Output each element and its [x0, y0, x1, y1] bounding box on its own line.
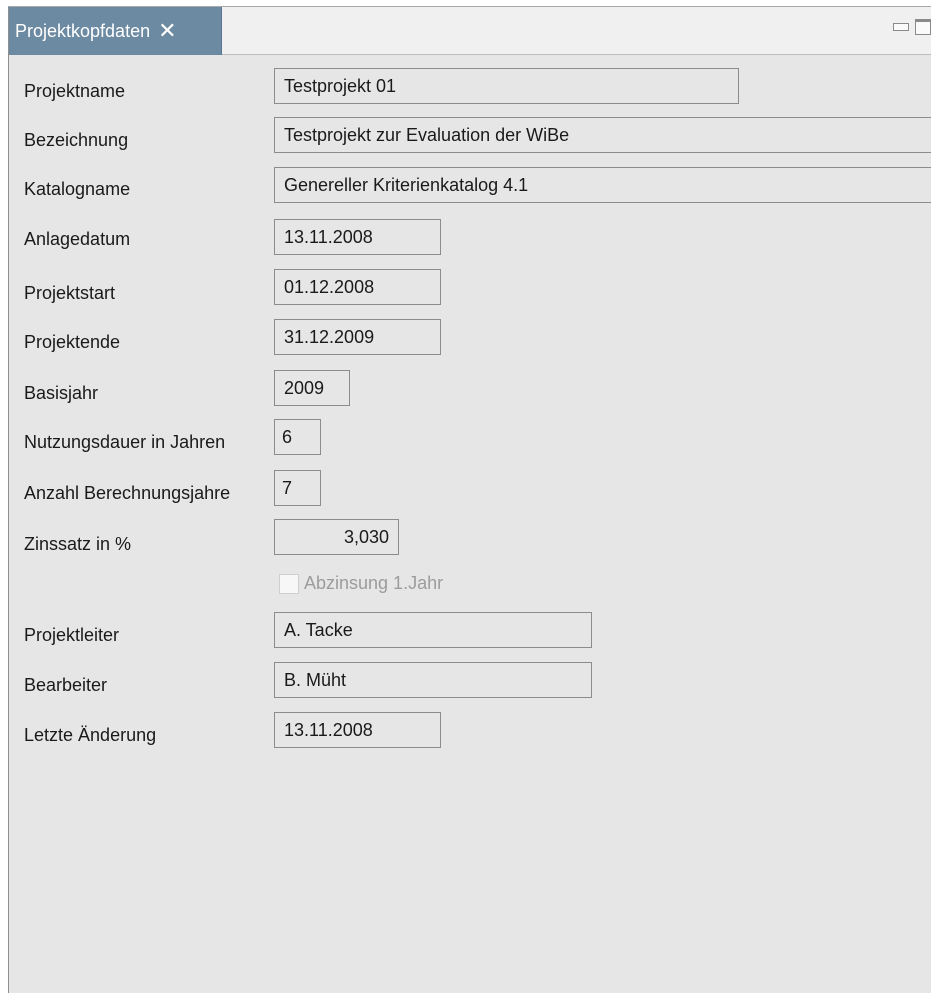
projektname-field[interactable]: Testprojekt 01 [274, 68, 739, 104]
anlagedatum-field[interactable]: 13.11.2008 [274, 219, 441, 255]
projektstart-field[interactable]: 01.12.2008 [274, 269, 441, 305]
nutzungsdauer-label: Nutzungsdauer in Jahren [24, 432, 226, 452]
bezeichnung-label: Bezeichnung [24, 130, 129, 150]
project-header-view: Projektkopfdaten ✕ Projektname Testproje… [8, 6, 931, 993]
berechnungsjahre-label: Anzahl Berechnungsjahre [24, 483, 231, 503]
projektende-field[interactable]: 31.12.2009 [274, 319, 441, 355]
katalogname-field[interactable]: Genereller Kriterienkatalog 4.1 [274, 167, 931, 203]
abzinsung-checkbox[interactable] [279, 573, 299, 594]
close-icon[interactable]: ✕ [158, 20, 176, 42]
berechnungsjahre-field[interactable]: 7 [274, 470, 321, 506]
bezeichnung-field[interactable]: Testprojekt zur Evaluation der WiBe [274, 117, 931, 153]
abzinsung-label: Abzinsung 1.Jahr [304, 573, 444, 593]
projektstart-label: Projektstart [24, 283, 116, 303]
view-controls [893, 19, 931, 35]
anlagedatum-label: Anlagedatum [24, 229, 131, 249]
basisjahr-field[interactable]: 2009 [274, 370, 350, 406]
projektende-label: Projektende [24, 332, 121, 352]
letzte-aenderung-label: Letzte Änderung [24, 725, 157, 745]
tab-projektkopfdaten[interactable]: Projektkopfdaten ✕ [9, 7, 222, 55]
tab-bar: Projektkopfdaten ✕ [9, 7, 931, 55]
projektleiter-field[interactable]: A. Tacke [274, 612, 592, 648]
maximize-icon[interactable] [915, 19, 931, 35]
projektname-label: Projektname [24, 81, 126, 101]
bearbeiter-field[interactable]: B. Müht [274, 662, 592, 698]
abzinsung-option: Abzinsung 1.Jahr [279, 573, 443, 594]
nutzungsdauer-field[interactable]: 6 [274, 419, 321, 455]
projektleiter-label: Projektleiter [24, 625, 120, 645]
zinssatz-field[interactable]: 3,030 [274, 519, 399, 555]
tab-title: Projektkopfdaten [15, 20, 151, 41]
katalogname-label: Katalogname [24, 179, 131, 199]
basisjahr-label: Basisjahr [24, 383, 99, 403]
minimize-icon[interactable] [893, 23, 909, 31]
bearbeiter-label: Bearbeiter [24, 675, 108, 695]
zinssatz-label: Zinssatz in % [24, 534, 132, 554]
letzte-aenderung-field[interactable]: 13.11.2008 [274, 712, 441, 748]
